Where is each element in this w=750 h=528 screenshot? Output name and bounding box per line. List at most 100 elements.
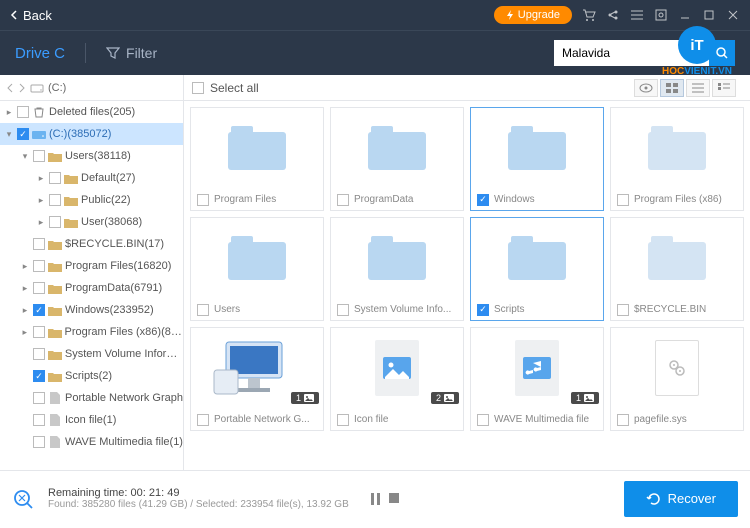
view-grid[interactable] bbox=[660, 79, 684, 97]
tile[interactable]: Windows bbox=[470, 107, 604, 211]
tile[interactable]: System Volume Info... bbox=[330, 217, 464, 321]
settings-icon[interactable] bbox=[654, 8, 668, 22]
tile-label: pagefile.sys bbox=[634, 414, 687, 425]
tree-item[interactable]: ▸ProgramData(6791) bbox=[0, 277, 183, 299]
tree-item[interactable]: ▸Default(27) bbox=[0, 167, 183, 189]
tile-checkbox[interactable] bbox=[617, 194, 629, 206]
tile-checkbox[interactable] bbox=[617, 304, 629, 316]
tree-item[interactable]: Portable Network Graph bbox=[0, 387, 183, 409]
tree-checkbox[interactable] bbox=[33, 260, 45, 272]
tree-checkbox[interactable] bbox=[33, 414, 45, 426]
caret-icon[interactable]: ▸ bbox=[36, 217, 46, 227]
back-button[interactable]: Back bbox=[10, 8, 52, 23]
cart-icon[interactable] bbox=[582, 8, 596, 22]
tree-item[interactable]: ▸User(38068) bbox=[0, 211, 183, 233]
tile-checkbox[interactable] bbox=[197, 414, 209, 426]
close-icon[interactable] bbox=[726, 8, 740, 22]
tree-checkbox[interactable] bbox=[33, 150, 45, 162]
tree-item[interactable]: ▸Program Files (x86)(8918 bbox=[0, 321, 183, 343]
tree-item[interactable]: Icon file(1) bbox=[0, 409, 183, 431]
tree-item[interactable]: ▸Windows(233952) bbox=[0, 299, 183, 321]
path-text: (C:) bbox=[48, 82, 66, 94]
filter-button[interactable]: Filter bbox=[106, 45, 157, 61]
stop-button[interactable] bbox=[389, 493, 399, 505]
tree-item[interactable]: WAVE Multimedia file(1) bbox=[0, 431, 183, 453]
menu-icon[interactable] bbox=[630, 8, 644, 22]
tile[interactable]: Users bbox=[190, 217, 324, 321]
view-preview[interactable] bbox=[634, 79, 658, 97]
maximize-icon[interactable] bbox=[702, 8, 716, 22]
tree-item[interactable]: ▸Public(22) bbox=[0, 189, 183, 211]
tile[interactable]: 1 WAVE Multimedia file bbox=[470, 327, 604, 431]
tile-label: Scripts bbox=[494, 304, 525, 315]
tree-checkbox[interactable] bbox=[49, 172, 61, 184]
tree-checkbox[interactable] bbox=[49, 194, 61, 206]
tree-checkbox[interactable] bbox=[33, 238, 45, 250]
caret-icon[interactable]: ▾ bbox=[4, 129, 14, 139]
tile[interactable]: 2 Icon file bbox=[330, 327, 464, 431]
tile[interactable]: 1 Portable Network G... bbox=[190, 327, 324, 431]
caret-icon[interactable] bbox=[20, 349, 30, 359]
caret-icon[interactable] bbox=[20, 437, 30, 447]
tile[interactable]: Program Files bbox=[190, 107, 324, 211]
search-icon bbox=[715, 46, 729, 60]
pause-button[interactable] bbox=[371, 493, 381, 505]
tile-checkbox[interactable] bbox=[477, 414, 489, 426]
caret-icon[interactable]: ▸ bbox=[4, 107, 14, 117]
caret-icon[interactable]: ▸ bbox=[36, 173, 46, 183]
tile[interactable]: $RECYCLE.BIN bbox=[610, 217, 744, 321]
caret-icon[interactable] bbox=[20, 239, 30, 249]
chevron-left-icon[interactable] bbox=[6, 83, 14, 93]
tree-item[interactable]: $RECYCLE.BIN(17) bbox=[0, 233, 183, 255]
tree-checkbox[interactable] bbox=[33, 436, 45, 448]
upgrade-button[interactable]: Upgrade bbox=[494, 6, 572, 24]
tile-checkbox[interactable] bbox=[337, 194, 349, 206]
caret-icon[interactable]: ▸ bbox=[20, 261, 30, 271]
tree-item[interactable]: ▸Program Files(16820) bbox=[0, 255, 183, 277]
caret-icon[interactable] bbox=[20, 393, 30, 403]
select-all-checkbox[interactable] bbox=[192, 82, 204, 94]
tree-checkbox[interactable] bbox=[17, 106, 29, 118]
tree-checkbox[interactable] bbox=[33, 348, 45, 360]
tree-checkbox[interactable] bbox=[33, 370, 45, 382]
tile-checkbox[interactable] bbox=[477, 304, 489, 316]
tree-item[interactable]: ▸ Deleted files(205) bbox=[0, 101, 183, 123]
caret-icon[interactable]: ▸ bbox=[20, 305, 30, 315]
view-list[interactable] bbox=[686, 79, 710, 97]
caret-icon[interactable]: ▸ bbox=[20, 283, 30, 293]
tree-checkbox[interactable] bbox=[33, 326, 45, 338]
share-icon[interactable] bbox=[606, 8, 620, 22]
search-input[interactable] bbox=[554, 40, 709, 66]
caret-icon[interactable]: ▾ bbox=[20, 151, 30, 161]
folder-icon bbox=[647, 126, 707, 170]
tile-checkbox[interactable] bbox=[337, 414, 349, 426]
tile[interactable]: Scripts bbox=[470, 217, 604, 321]
tree-checkbox[interactable] bbox=[33, 304, 45, 316]
tile-checkbox[interactable] bbox=[337, 304, 349, 316]
tree-item[interactable]: System Volume Informat bbox=[0, 343, 183, 365]
tile-checkbox[interactable] bbox=[617, 414, 629, 426]
caret-icon[interactable]: ▸ bbox=[36, 195, 46, 205]
tree-item[interactable]: Scripts(2) bbox=[0, 365, 183, 387]
recover-button[interactable]: Recover bbox=[624, 481, 738, 517]
tree-checkbox[interactable] bbox=[33, 392, 45, 404]
chevron-right-icon[interactable] bbox=[18, 83, 26, 93]
tile-checkbox[interactable] bbox=[197, 194, 209, 206]
tree-item[interactable]: ▾(C:)(385072) bbox=[0, 123, 183, 145]
caret-icon[interactable] bbox=[20, 415, 30, 425]
caret-icon[interactable] bbox=[20, 371, 30, 381]
tile-checkbox[interactable] bbox=[197, 304, 209, 316]
tile[interactable]: ProgramData bbox=[330, 107, 464, 211]
minimize-icon[interactable] bbox=[678, 8, 692, 22]
tile[interactable]: pagefile.sys bbox=[610, 327, 744, 431]
tree-label: Deleted files(205) bbox=[49, 106, 135, 118]
view-detail[interactable] bbox=[712, 79, 736, 97]
tree-item[interactable]: ▾Users(38118) bbox=[0, 145, 183, 167]
caret-icon[interactable]: ▸ bbox=[20, 327, 30, 337]
tile-checkbox[interactable] bbox=[477, 194, 489, 206]
tile[interactable]: Program Files (x86) bbox=[610, 107, 744, 211]
tree-checkbox[interactable] bbox=[49, 216, 61, 228]
tree-checkbox[interactable] bbox=[17, 128, 29, 140]
tree-checkbox[interactable] bbox=[33, 282, 45, 294]
search-button[interactable] bbox=[709, 40, 735, 66]
